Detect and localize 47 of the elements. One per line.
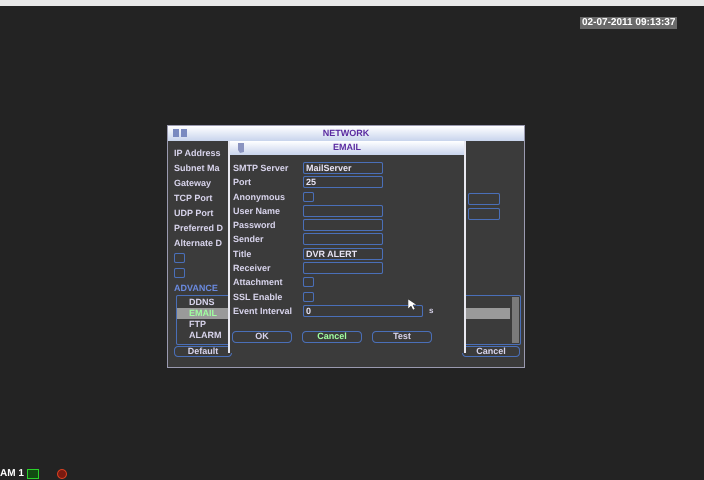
- unit-label: s: [429, 304, 434, 317]
- field-label: Receiver: [233, 262, 272, 274]
- field-label: Title: [233, 248, 252, 260]
- input-field[interactable]: [303, 204, 383, 217]
- input-field[interactable]: [468, 208, 500, 220]
- field-label: Preferred D: [174, 222, 224, 234]
- input-field[interactable]: [303, 219, 383, 232]
- checkbox[interactable]: [303, 277, 314, 288]
- field-label: Anonymous: [233, 190, 286, 203]
- dialog-button[interactable]: Cancel: [302, 330, 362, 343]
- checkbox[interactable]: [174, 253, 185, 263]
- channel-label: AM 1: [0, 468, 24, 480]
- input-field[interactable]: [303, 262, 383, 274]
- record-icon: [26, 469, 39, 479]
- input-field[interactable]: 0: [303, 304, 423, 317]
- dialog-button[interactable]: OK: [232, 330, 292, 343]
- field-label: UDP Port: [174, 207, 214, 219]
- input-field[interactable]: 25: [303, 176, 383, 188]
- field-label: SMTP Server: [233, 162, 290, 174]
- window-title: NETWORK: [322, 126, 370, 140]
- section-title: ADVANCE: [174, 282, 218, 294]
- field-label: Attachment: [233, 276, 284, 288]
- field-label: SSL Enable: [233, 290, 284, 303]
- scrollbar[interactable]: [512, 297, 519, 343]
- field-label: Port: [233, 176, 252, 188]
- network-icon: [172, 128, 188, 138]
- field-label: Password: [233, 219, 277, 232]
- alarm-icon: [56, 469, 68, 479]
- field-label: Event Interval: [233, 304, 294, 317]
- input-field[interactable]: [468, 193, 500, 205]
- field-label: Subnet Ma: [174, 162, 220, 174]
- dialog-title: EMAIL: [333, 141, 361, 154]
- field-label: Alternate D: [174, 237, 222, 249]
- input-field[interactable]: DVR ALERT: [303, 248, 383, 260]
- timestamp: 02-07-2011 09:13:37: [580, 17, 678, 29]
- field-label: TCP Port: [174, 192, 212, 204]
- field-label: Gateway: [174, 177, 212, 189]
- checkbox[interactable]: [174, 268, 185, 278]
- checkbox[interactable]: [303, 292, 314, 302]
- input-field[interactable]: MailServer: [303, 162, 383, 174]
- field-label: IP Address: [174, 147, 221, 159]
- dialog-button[interactable]: Test: [372, 330, 432, 343]
- checkbox[interactable]: [303, 192, 314, 202]
- field-label: Sender: [233, 233, 265, 246]
- field-label: User Name: [233, 204, 282, 217]
- pointer-icon: [408, 299, 417, 311]
- input-field[interactable]: [303, 233, 383, 246]
